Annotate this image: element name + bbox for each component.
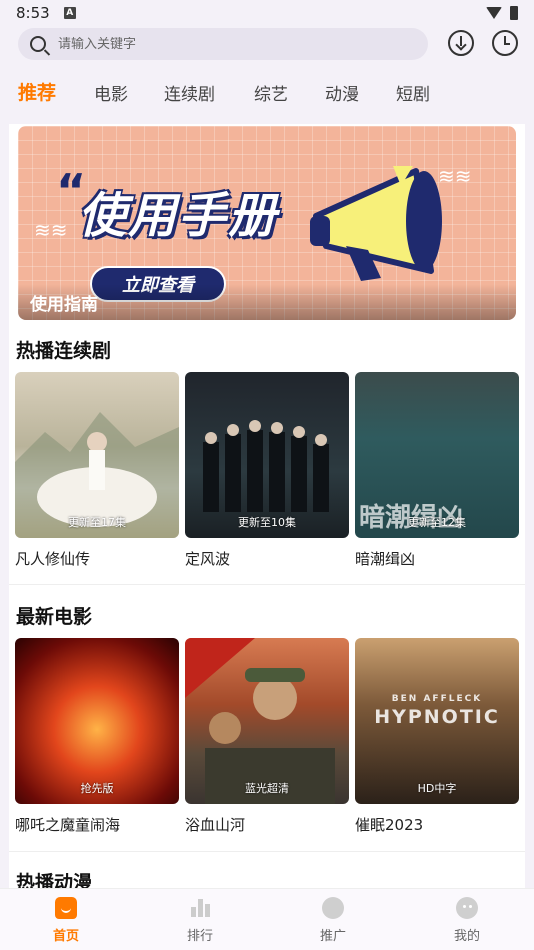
search-row [0,26,534,62]
nav-ranking[interactable]: 排行 [160,897,240,944]
search-bar[interactable] [18,28,428,60]
tab-short-drama[interactable]: 短剧 [396,80,430,105]
item-title[interactable]: 浴血山河 [185,814,245,835]
search-icon [30,36,46,52]
poster-actor-name: BEN AFFLECK [391,694,483,704]
tab-variety[interactable]: 综艺 [254,80,288,105]
banner-user-guide[interactable]: “ ≋≋ ≋≋ 使用手册 立即查看 使用指南 [18,126,516,320]
banner-headline: 使用手册 [78,188,279,244]
tab-recommend[interactable]: 推荐 [18,78,56,105]
nav-ranking-label: 排行 [186,929,213,944]
section-title-latest-movies: 最新电影 [16,606,93,628]
home-icon [55,897,77,919]
search-input[interactable] [58,36,398,52]
megaphone-icon [310,166,442,281]
banner-caption: 使用指南 [18,284,516,320]
notification-a-icon: A [63,7,76,19]
poster-quality-badge: 抢先版 [80,782,114,795]
section-title-hot-anime: 热播动漫 [16,872,93,888]
poster-item[interactable]: 更新至17集 [15,372,179,538]
section-title-hot-series: 热播连续剧 [16,340,112,362]
section-divider [9,584,525,585]
wifi-icon [486,7,502,19]
poster-item[interactable]: 更新至10集 [185,372,349,538]
banner-wave-decoration: ≋≋ [34,218,68,242]
category-tabs: 推荐 电影 连续剧 综艺 动漫 短剧 [0,72,534,112]
nav-promotion-label: 推广 [319,929,346,944]
poster-update-badge: 更新至12集 [408,516,466,529]
nav-profile[interactable]: 我的 [427,897,507,944]
download-icon[interactable] [448,30,474,56]
poster-quality-badge: HD中字 [417,782,457,795]
poster-update-badge: 更新至10集 [238,516,296,529]
status-icons [486,6,518,20]
nav-promotion[interactable]: 推广 [293,897,373,944]
section-row-hot-series: 更新至17集 更新至10集 暗潮缉凶 更新至12集 凡人修仙传 定风波 暗潮缉凶 [15,372,519,572]
main-content: “ ≋≋ ≋≋ 使用手册 立即查看 使用指南 热播连续剧 更新至17集 [9,124,525,888]
bar-chart-icon [189,897,211,919]
poster-item[interactable]: 抢先版 [15,638,179,804]
poster-title-art: HYPNOTIC [374,706,500,728]
poster-update-badge: 更新至17集 [68,516,126,529]
status-time: 8:53 [16,4,50,22]
leaf-icon [322,897,344,919]
poster-item[interactable]: BEN AFFLECK HYPNOTIC HD中字 [355,638,519,804]
tab-series[interactable]: 连续剧 [164,80,215,105]
tab-anime[interactable]: 动漫 [325,80,359,105]
poster-item[interactable]: 蓝光超清 [185,638,349,804]
item-title[interactable]: 凡人修仙传 [15,548,90,569]
item-title[interactable]: 暗潮缉凶 [355,548,415,569]
item-title[interactable]: 哪吒之魔童闹海 [15,814,120,835]
section-divider [9,851,525,852]
item-title[interactable]: 催眠2023 [355,814,423,835]
item-title[interactable]: 定风波 [185,548,230,569]
poster-quality-badge: 蓝光超清 [245,782,289,795]
history-clock-icon[interactable] [492,30,518,56]
smiley-profile-icon [456,897,478,919]
poster-item[interactable]: 暗潮缉凶 更新至12集 [355,372,519,538]
section-row-latest-movies: 抢先版 蓝光超清 BEN AFFLECK HYPNOTIC HD中字 哪吒之魔童… [15,638,519,838]
bottom-nav: 首页 排行 推广 我的 [0,888,534,950]
nav-home-label: 首页 [52,929,79,944]
nav-profile-label: 我的 [453,929,480,944]
nav-home[interactable]: 首页 [26,897,106,944]
tab-movies[interactable]: 电影 [94,80,128,105]
battery-icon [510,6,518,20]
status-bar: 8:53 A [0,0,534,26]
